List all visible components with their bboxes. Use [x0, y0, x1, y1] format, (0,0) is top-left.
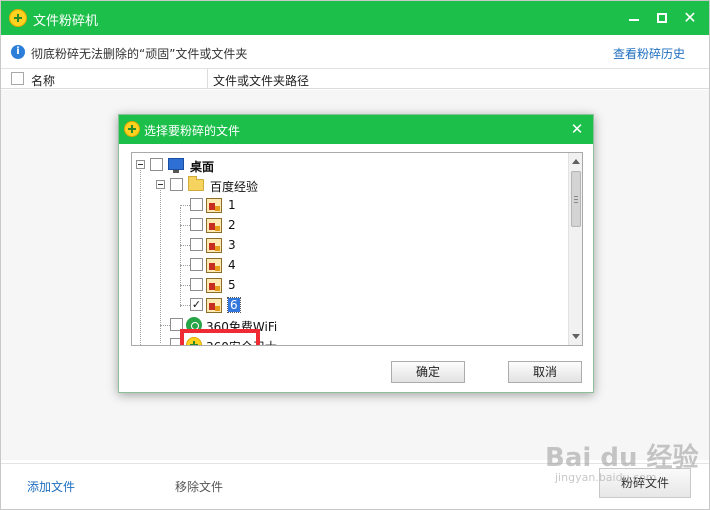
image-file-icon: [206, 238, 222, 253]
tree-checkbox-checked[interactable]: ✓: [190, 298, 203, 311]
scroll-thumb[interactable]: [571, 171, 581, 227]
cancel-button[interactable]: 取消: [508, 361, 582, 383]
tree-node-label: 5: [228, 278, 236, 292]
remove-file-button[interactable]: 移除文件: [175, 478, 223, 495]
tree-line: [180, 207, 181, 307]
minimize-button[interactable]: [623, 7, 645, 29]
dialog-title-bar: 选择要粉碎的文件 ✕: [119, 115, 593, 144]
tree-checkbox[interactable]: [190, 218, 203, 231]
dialog-title: 选择要粉碎的文件: [144, 124, 241, 138]
collapse-toggle[interactable]: [136, 160, 145, 169]
tree-node-label: 2: [228, 218, 236, 232]
minimize-icon: [629, 19, 639, 21]
watermark-url: jingyan.baidu.com: [555, 471, 657, 484]
file-tree[interactable]: 桌面 百度经验 1 2 3 4 5 ✓ 6 360免费WiFi: [131, 152, 583, 346]
watermark: Bai du 经验 jingyan.baidu.com: [533, 433, 703, 489]
close-button[interactable]: ✕: [679, 7, 701, 29]
select-all-checkbox[interactable]: [11, 72, 24, 85]
watermark-brand: Bai du 经验: [545, 443, 699, 473]
tree-line: [160, 187, 161, 343]
view-history-link[interactable]: 查看粉碎历史: [613, 45, 685, 62]
file-table-header: 名称 文件或文件夹路径: [1, 69, 709, 89]
tree-checkbox[interactable]: [190, 198, 203, 211]
maximize-button[interactable]: [651, 7, 673, 29]
info-bar: i 彻底粉碎无法删除的“顽固”文件或文件夹 查看粉碎历史: [1, 35, 709, 69]
image-file-icon: [206, 198, 222, 213]
tree-checkbox[interactable]: [150, 158, 163, 171]
grip-line: [574, 199, 578, 200]
tree-node-label-selected: 6: [227, 297, 241, 313]
tree-node-file[interactable]: 2: [188, 216, 288, 234]
folder-icon: [188, 176, 204, 191]
info-text: 彻底粉碎无法删除的“顽固”文件或文件夹: [31, 47, 248, 61]
image-file-icon: [206, 218, 222, 233]
tree-node-label: 百度经验: [210, 180, 259, 194]
scroll-up-arrow-icon[interactable]: [572, 159, 580, 164]
window-title: 文件粉碎机: [33, 14, 99, 29]
app-logo-icon: [9, 9, 27, 27]
select-file-dialog: 选择要粉碎的文件 ✕ 桌面 百度经验 1 2 3 4 5 ✓ 6 360免费Wi…: [118, 114, 594, 393]
desktop-icon: [168, 158, 184, 173]
image-file-icon: [206, 278, 222, 293]
tree-line: [140, 167, 141, 345]
column-header-name[interactable]: 名称: [31, 72, 55, 89]
image-file-icon: [206, 258, 222, 273]
dialog-logo-icon: [124, 121, 140, 137]
dialog-close-button[interactable]: ✕: [567, 119, 587, 139]
ok-button[interactable]: 确定: [391, 361, 465, 383]
tree-node-label: 桌面: [190, 160, 215, 174]
tree-scrollbar[interactable]: [568, 153, 582, 345]
column-header-path[interactable]: 文件或文件夹路径: [213, 72, 309, 89]
title-bar: 文件粉碎机 ✕: [1, 1, 709, 35]
maximize-icon: [657, 13, 667, 23]
tree-node-desktop[interactable]: 桌面: [136, 156, 336, 174]
file-shredder-window: 文件粉碎机 ✕ i 彻底粉碎无法删除的“顽固”文件或文件夹 查看粉碎历史 名称 …: [0, 0, 710, 510]
highlight-box: [180, 329, 260, 345]
tree-line: [160, 325, 170, 326]
collapse-toggle[interactable]: [156, 180, 165, 189]
tree-checkbox[interactable]: [170, 178, 183, 191]
scroll-down-arrow-icon[interactable]: [572, 334, 580, 339]
tree-node-file[interactable]: 4: [188, 256, 288, 274]
tree-node-file-selected[interactable]: ✓ 6: [188, 296, 288, 314]
tree-node-label: 4: [228, 258, 236, 272]
tree-node-folder[interactable]: 百度经验: [156, 176, 356, 194]
tree-checkbox[interactable]: [190, 278, 203, 291]
tree-checkbox[interactable]: [190, 258, 203, 271]
tree-node-file[interactable]: 3: [188, 236, 288, 254]
tree-checkbox[interactable]: [190, 238, 203, 251]
grip-line: [574, 196, 578, 197]
column-divider[interactable]: [207, 69, 208, 89]
grip-line: [574, 202, 578, 203]
image-file-icon: [206, 298, 222, 313]
tree-node-file[interactable]: 1: [188, 196, 288, 214]
info-icon: i: [11, 45, 25, 59]
tree-node-file[interactable]: 5: [188, 276, 288, 294]
tree-node-label: 3: [228, 238, 236, 252]
tree-node-label: 1: [228, 198, 236, 212]
add-file-button[interactable]: 添加文件: [27, 478, 75, 495]
tree-line: [160, 345, 170, 346]
